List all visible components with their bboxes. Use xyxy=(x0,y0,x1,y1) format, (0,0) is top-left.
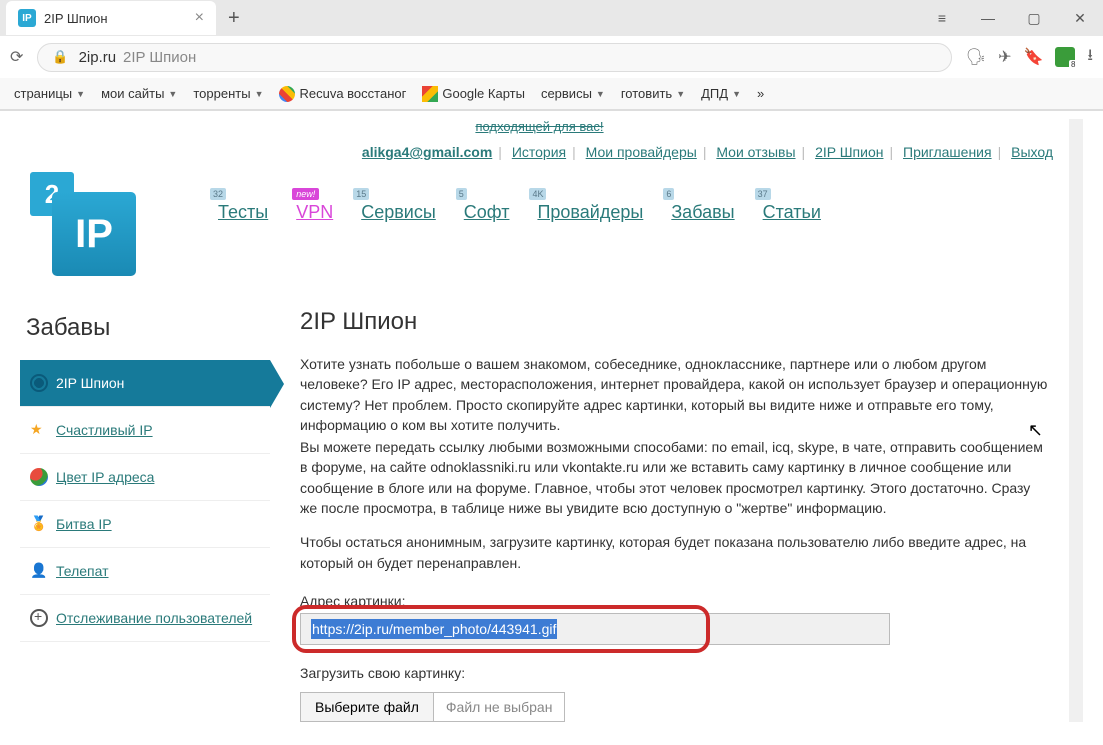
page-viewport: подходящей для вас! alikga4@gmail.com| И… xyxy=(0,111,1103,722)
sidebar-item-label: 2IP Шпион xyxy=(56,375,124,391)
nav-providers[interactable]: 4KПровайдеры xyxy=(537,202,643,223)
google-icon xyxy=(279,86,295,102)
sidebar-item-ip-battle[interactable]: 🏅 Битва IP xyxy=(20,501,270,548)
url-domain: 2ip.ru xyxy=(79,49,117,66)
sidebar: Забавы 2IP Шпион ★ Счастливый IP Цвет IP… xyxy=(20,308,270,722)
intro-para-1: Хотите узнать побольше о вашем знакомом,… xyxy=(300,354,1049,435)
user-email-link[interactable]: alikga4@gmail.com xyxy=(362,144,492,160)
nav-articles[interactable]: 37Статьи xyxy=(763,202,821,223)
intro-para-3: Чтобы остаться анонимным, загрузите карт… xyxy=(300,532,1049,573)
address-bar: ⟳ 🔒 2ip.ru 2IP Шпион 🗣 ✈ 🔖 8 ⭳ xyxy=(0,36,1103,78)
hamburger-icon[interactable]: ≡ xyxy=(919,0,965,36)
nav-tests[interactable]: 32Тесты xyxy=(218,202,268,223)
maps-icon xyxy=(422,86,438,102)
userbar-history[interactable]: История xyxy=(512,144,566,160)
image-url-label: Адрес картинки: xyxy=(300,591,1049,611)
userbar-invites[interactable]: Приглашения xyxy=(903,144,992,160)
site-logo[interactable]: 2 IP xyxy=(20,172,170,278)
main-nav: 32Тесты new!VPN 15Сервисы 5Софт 4KПровай… xyxy=(170,172,821,223)
intro-para-2: Вы можете передать ссылку любыми возможн… xyxy=(300,437,1049,518)
user-bar: alikga4@gmail.com| История| Мои провайде… xyxy=(20,136,1059,172)
browser-chrome: IP 2IP Шпион × + ≡ — ▢ ✕ ⟳ 🔒 2ip.ru 2IP … xyxy=(0,0,1103,111)
sidebar-item-label: Цвет IP адреса xyxy=(56,469,154,485)
send-icon[interactable]: ✈ xyxy=(998,47,1011,67)
close-button[interactable]: ✕ xyxy=(1057,0,1103,36)
lock-icon: 🔒 xyxy=(52,49,68,65)
cut-off-link[interactable]: подходящей для вас! xyxy=(20,119,1059,136)
tab-title: 2IP Шпион xyxy=(44,11,187,26)
url-path: 2IP Шпион xyxy=(123,49,196,66)
bookmarks-overflow[interactable]: » xyxy=(751,84,770,103)
tab-close-icon[interactable]: × xyxy=(195,9,204,27)
vertical-scrollbar[interactable] xyxy=(1069,119,1083,722)
upload-label: Загрузить свою картинку: xyxy=(300,663,1049,683)
userbar-reviews[interactable]: Мои отзывы xyxy=(716,144,795,160)
adblock-shield-icon[interactable]: 8 xyxy=(1055,47,1075,67)
new-tab-button[interactable]: + xyxy=(228,7,240,30)
ball-icon xyxy=(30,468,48,486)
sidebar-item-label: Битва IP xyxy=(56,516,112,532)
browser-tab[interactable]: IP 2IP Шпион × xyxy=(6,1,216,35)
nav-soft[interactable]: 5Софт xyxy=(464,202,510,223)
window-controls: ≡ — ▢ ✕ xyxy=(919,0,1103,36)
bookmark-recuva[interactable]: Recuva восстаног xyxy=(273,84,412,104)
sidebar-item-label: Отслеживание пользователей xyxy=(56,610,252,626)
nav-vpn[interactable]: new!VPN xyxy=(296,202,333,223)
file-chosen-label: Файл не выбран xyxy=(434,692,566,722)
userbar-spy[interactable]: 2IP Шпион xyxy=(815,144,883,160)
image-url-input[interactable]: https://2ip.ru/member_photo/443941.gif xyxy=(300,613,890,645)
main-content: 2IP Шпион Хотите узнать побольше о вашем… xyxy=(270,308,1059,722)
sidebar-title: Забавы xyxy=(20,308,270,360)
mouse-cursor-icon: ↖ xyxy=(1028,420,1043,441)
body-row: Забавы 2IP Шпион ★ Счастливый IP Цвет IP… xyxy=(20,308,1059,722)
sidebar-item-spy[interactable]: 2IP Шпион xyxy=(20,360,270,407)
tab-favicon-icon: IP xyxy=(18,9,36,27)
page-title: 2IP Шпион xyxy=(300,308,1049,336)
bookmark-mysites[interactable]: мои сайты▼ xyxy=(95,84,183,103)
sidebar-item-ip-color[interactable]: Цвет IP адреса xyxy=(20,454,270,501)
download-icon[interactable]: ⭳ xyxy=(1087,44,1093,71)
minimize-button[interactable]: — xyxy=(965,0,1011,36)
sidebar-item-telepath[interactable]: 👤 Телепат xyxy=(20,548,270,595)
bookmark-torrents[interactable]: торренты▼ xyxy=(187,84,269,103)
target-icon xyxy=(30,609,48,627)
sidebar-item-label: Телепат xyxy=(56,563,109,579)
bookmark-maps[interactable]: Google Карты xyxy=(416,84,531,104)
header: 2 IP 32Тесты new!VPN 15Сервисы 5Софт 4KП… xyxy=(20,172,1059,278)
tab-bar: IP 2IP Шпион × + ≡ — ▢ ✕ xyxy=(0,0,1103,36)
url-input[interactable]: 🔒 2ip.ru 2IP Шпион xyxy=(37,43,951,72)
sidebar-item-lucky-ip[interactable]: ★ Счастливый IP xyxy=(20,407,270,454)
nav-services[interactable]: 15Сервисы xyxy=(361,202,436,223)
bookmark-services[interactable]: сервисы▼ xyxy=(535,84,611,103)
translate-icon[interactable]: 🗣 xyxy=(966,47,986,67)
maximize-button[interactable]: ▢ xyxy=(1011,0,1057,36)
sidebar-item-label: Счастливый IP xyxy=(56,422,153,438)
nav-fun[interactable]: 6Забавы xyxy=(671,202,734,223)
userbar-providers[interactable]: Мои провайдеры xyxy=(586,144,697,160)
userbar-logout[interactable]: Выход xyxy=(1011,144,1053,160)
spy-icon xyxy=(30,374,48,392)
medal-icon: 🏅 xyxy=(30,515,48,533)
logo-ip-icon: IP xyxy=(52,192,136,276)
bookmark-pages[interactable]: страницы▼ xyxy=(8,84,91,103)
sidebar-item-tracking[interactable]: Отслеживание пользователей xyxy=(20,595,270,642)
brain-icon: 👤 xyxy=(30,562,48,580)
star-icon: ★ xyxy=(30,421,48,439)
reload-icon[interactable]: ⟳ xyxy=(10,47,23,67)
bookmarks-bar: страницы▼ мои сайты▼ торренты▼ Recuva во… xyxy=(0,78,1103,110)
bookmark-cook[interactable]: готовить▼ xyxy=(615,84,691,103)
bookmark-icon[interactable]: 🔖 xyxy=(1023,47,1043,67)
choose-file-button[interactable]: Выберите файл xyxy=(300,692,434,722)
bookmark-dpd[interactable]: ДПД▼ xyxy=(695,84,747,103)
